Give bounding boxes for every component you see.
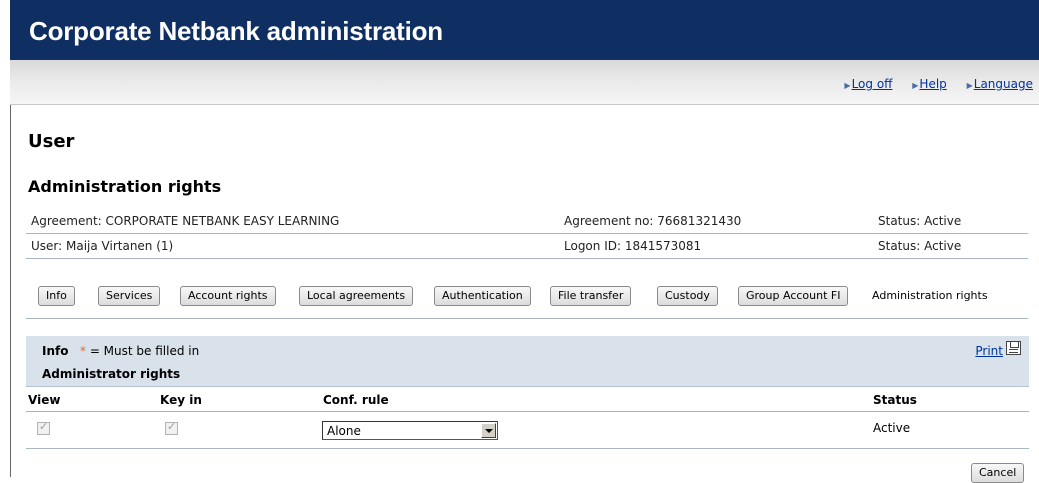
agreement-number: Agreement no: 76681321430: [564, 214, 742, 228]
agreement-status: Status: Active: [878, 214, 962, 228]
help-link[interactable]: ▶Help: [912, 77, 947, 91]
tab-custody[interactable]: Custody: [657, 286, 718, 306]
tab-authentication[interactable]: Authentication: [434, 286, 531, 306]
user-status: Status: Active: [878, 239, 962, 253]
info-label: Info: [42, 344, 69, 358]
tab-group-account-fi[interactable]: Group Account FI: [738, 286, 849, 306]
page-title: User: [28, 131, 75, 152]
logon-id: Logon ID: 1841573081: [564, 239, 702, 253]
col-view: View: [28, 393, 61, 407]
key-in-checkbox[interactable]: [165, 420, 178, 435]
arrow-right-icon: ▶: [966, 81, 973, 90]
col-key-in: Key in: [160, 393, 202, 407]
tab-info[interactable]: Info: [38, 286, 75, 306]
administrator-rights-label: Administrator rights: [42, 367, 181, 381]
arrow-right-icon: ▶: [844, 81, 851, 90]
agreement-name: Agreement: CORPORATE NETBANK EASY LEARNI…: [31, 214, 340, 228]
content-left-border: [10, 105, 11, 477]
logoff-label: Log off: [851, 77, 893, 91]
conf-rule-value: Alone: [327, 424, 361, 438]
table-header: View Key in Conf. rule Status: [26, 388, 1029, 412]
language-label: Language: [973, 77, 1033, 91]
tab-local-agreements[interactable]: Local agreements: [299, 286, 414, 306]
info-panel: Info * = Must be filled in Administrator…: [26, 336, 1029, 387]
printer-icon[interactable]: [1006, 341, 1021, 355]
logoff-link[interactable]: ▶Log off: [844, 77, 892, 91]
tab-services[interactable]: Services: [98, 286, 161, 306]
chevron-down-icon[interactable]: [481, 423, 496, 438]
app-title: Corporate Netbank administration: [29, 16, 443, 46]
required-note: * = Must be filled in: [80, 344, 199, 358]
tab-administration-rights: Administration rights: [872, 289, 988, 302]
conf-rule-select[interactable]: Alone: [322, 421, 498, 440]
user-row: User: Maija Virtanen (1) Logon ID: 18415…: [26, 234, 1028, 259]
app-header: Corporate Netbank administration: [10, 0, 1039, 60]
row-status: Active: [873, 421, 911, 435]
table-row: Alone Active: [26, 412, 1029, 449]
arrow-right-icon: ▶: [912, 81, 919, 90]
required-text: = Must be filled in: [86, 344, 200, 358]
top-toolbar: ▶Log off ▶Help ▶Language: [10, 60, 1039, 105]
tabs-divider: [26, 318, 1028, 319]
col-status: Status: [873, 393, 917, 407]
view-checkbox[interactable]: [37, 420, 50, 435]
top-links: ▶Log off ▶Help ▶Language: [828, 77, 1033, 91]
print-link[interactable]: Print: [975, 344, 1003, 358]
tab-file-transfer[interactable]: File transfer: [550, 286, 632, 306]
col-conf-rule: Conf. rule: [323, 393, 389, 407]
tab-account-rights[interactable]: Account rights: [180, 286, 276, 306]
user-name: User: Maija Virtanen (1): [31, 239, 174, 253]
agreement-row: Agreement: CORPORATE NETBANK EASY LEARNI…: [26, 209, 1028, 234]
cancel-button[interactable]: Cancel: [971, 463, 1025, 483]
help-label: Help: [919, 77, 947, 91]
section-title: Administration rights: [28, 177, 222, 196]
language-link[interactable]: ▶Language: [967, 77, 1033, 91]
